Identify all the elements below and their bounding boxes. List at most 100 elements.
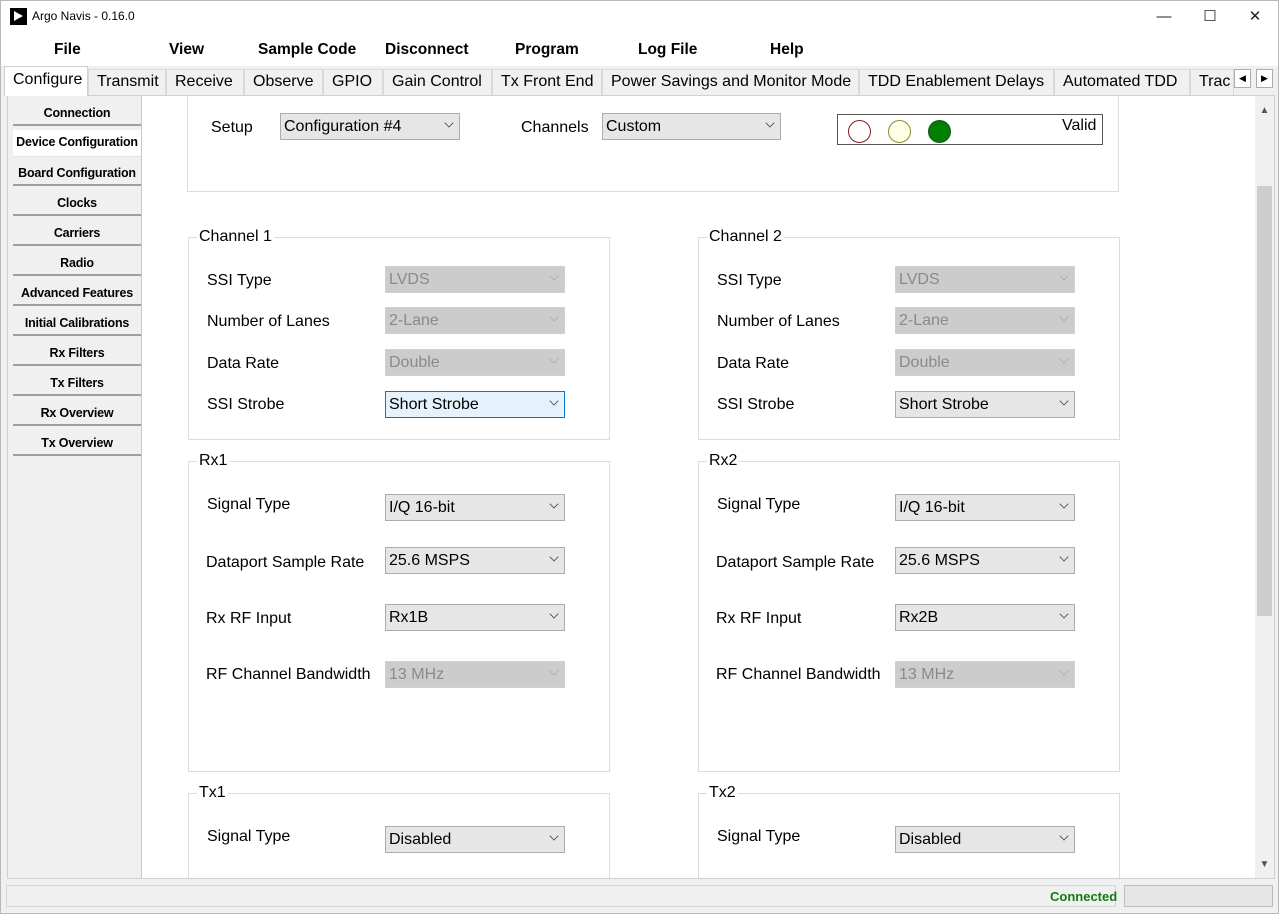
tx2-signal-type-select[interactable]: Disabled [895, 826, 1075, 853]
menu-program[interactable]: Program [515, 41, 579, 59]
rx2-rf-input-select[interactable]: Rx2B [895, 604, 1075, 631]
sidebar-item-tx-filters[interactable]: Tx Filters [13, 372, 141, 396]
error-indicator-icon [848, 120, 871, 143]
tab-gain-control[interactable]: Gain Control [383, 69, 492, 95]
rx2-signal-type-select[interactable]: I/Q 16-bit [895, 494, 1075, 521]
chevron-down-icon [765, 118, 775, 128]
rx1-signal-type-value: I/Q 16-bit [389, 499, 455, 516]
bandwidth-label: RF Channel Bandwidth [206, 666, 371, 683]
chevron-down-icon [1059, 609, 1069, 619]
menu-log-file[interactable]: Log File [638, 41, 697, 59]
close-button[interactable]: ✕ [1232, 1, 1278, 32]
setup-label: Setup [211, 119, 253, 136]
rx2-panel: Rx2 Signal Type I/Q 16-bit Dataport Samp… [698, 452, 1120, 772]
setup-select[interactable]: Configuration #4 [280, 113, 460, 140]
chevron-down-icon [1059, 666, 1069, 676]
tab-observe[interactable]: Observe [244, 69, 323, 95]
ssi-type-label: SSI Type [207, 272, 272, 289]
minimize-button[interactable]: — [1141, 1, 1187, 32]
ch2-data-rate-value: Double [899, 354, 950, 371]
rx1-title: Rx1 [197, 452, 230, 470]
tab-automated-tdd[interactable]: Automated TDD [1054, 69, 1190, 95]
sidebar-item-rx-filters[interactable]: Rx Filters [13, 342, 141, 366]
sidebar-item-rx-overview[interactable]: Rx Overview [13, 402, 141, 426]
rx1-rf-input-value: Rx1B [389, 609, 429, 626]
signal-type-label: Signal Type [717, 496, 801, 513]
sidebar-item-clocks[interactable]: Clocks [13, 192, 141, 216]
tab-gpio[interactable]: GPIO [323, 69, 383, 95]
menu-sample-code[interactable]: Sample Code [258, 41, 356, 59]
sidebar-item-initial-calibrations[interactable]: Initial Calibrations [13, 312, 141, 336]
scroll-down-icon[interactable]: ▼ [1255, 856, 1274, 873]
app-logo-icon [10, 8, 27, 25]
rx1-bandwidth-value: 13 MHz [389, 666, 445, 683]
tx1-signal-type-select[interactable]: Disabled [385, 826, 565, 853]
sidebar-item-carriers[interactable]: Carriers [13, 222, 141, 246]
chevron-down-icon [549, 831, 559, 841]
status-progress-box [1124, 885, 1273, 907]
menu-disconnect[interactable]: Disconnect [385, 41, 469, 59]
sidebar-item-device-configuration[interactable]: Device Configuration [13, 130, 141, 157]
rx2-signal-type-value: I/Q 16-bit [899, 499, 965, 516]
rx1-sample-rate-select[interactable]: 25.6 MSPS [385, 547, 565, 574]
sidebar-item-advanced-features[interactable]: Advanced Features [13, 282, 141, 306]
tab-trac[interactable]: Trac [1190, 69, 1234, 95]
setup-panel: Setup Configuration #4 Channels Custom V… [187, 96, 1119, 192]
rx2-bandwidth-value: 13 MHz [899, 666, 955, 683]
warning-indicator-icon [888, 120, 911, 143]
menu-view[interactable]: View [169, 41, 204, 59]
rx2-sample-rate-select[interactable]: 25.6 MSPS [895, 547, 1075, 574]
device-configuration-content: Setup Configuration #4 Channels Custom V… [142, 96, 1255, 878]
chevron-down-icon [1059, 354, 1069, 364]
sample-rate-label: Dataport Sample Rate [206, 554, 365, 571]
status-bar: Connected [1, 879, 1278, 913]
vertical-scrollbar[interactable]: ▲ ▼ [1255, 96, 1274, 878]
tab-scroll-left-icon[interactable]: ◀ [1234, 69, 1251, 88]
ch2-ssi-strobe-value: Short Strobe [899, 396, 989, 413]
status-text: Valid [1062, 117, 1097, 134]
ch1-ssi-strobe-select[interactable]: Short Strobe [385, 391, 565, 418]
tx2-title: Tx2 [707, 784, 738, 802]
data-rate-label: Data Rate [717, 355, 790, 372]
chevron-down-icon [549, 271, 559, 281]
validation-status-box: Valid [837, 114, 1103, 145]
tx1-signal-type-value: Disabled [389, 831, 452, 848]
rf-input-label: Rx RF Input [716, 610, 802, 627]
chevron-down-icon [549, 312, 559, 322]
tab-receive[interactable]: Receive [166, 69, 244, 95]
ch1-ssi-type-value: LVDS [389, 271, 430, 288]
channels-select[interactable]: Custom [602, 113, 781, 140]
tab-configure[interactable]: Configure [4, 66, 88, 96]
chevron-down-icon [549, 666, 559, 676]
rx1-signal-type-select[interactable]: I/Q 16-bit [385, 494, 565, 521]
ssi-strobe-label: SSI Strobe [717, 396, 795, 413]
tab-tdd-enablement-delays[interactable]: TDD Enablement Delays [859, 69, 1054, 95]
configure-tab-page: Connection Device Configuration Board Co… [7, 95, 1275, 879]
sidebar-item-tx-overview[interactable]: Tx Overview [13, 432, 141, 456]
rx1-sample-rate-value: 25.6 MSPS [389, 552, 470, 569]
rx1-rf-input-select[interactable]: Rx1B [385, 604, 565, 631]
app-window: Argo Navis - 0.16.0 — ☐ ✕ File View Samp… [0, 0, 1279, 914]
rx2-sample-rate-value: 25.6 MSPS [899, 552, 980, 569]
window-title: Argo Navis - 0.16.0 [32, 9, 135, 23]
ch2-data-rate-select: Double [895, 349, 1075, 376]
sidebar-item-board-configuration[interactable]: Board Configuration [13, 162, 141, 186]
menu-help[interactable]: Help [770, 41, 804, 59]
menu-file[interactable]: File [54, 41, 81, 59]
chevron-down-icon [1059, 396, 1069, 406]
tab-tx-front-end[interactable]: Tx Front End [492, 69, 602, 95]
connection-status: Connected [1050, 889, 1118, 904]
tab-power-savings[interactable]: Power Savings and Monitor Mode [602, 69, 859, 95]
scroll-up-icon[interactable]: ▲ [1255, 102, 1274, 119]
chevron-down-icon [1059, 552, 1069, 562]
tab-scroll-right-icon[interactable]: ▶ [1256, 69, 1273, 88]
channel2-panel: Channel 2 SSI Type LVDS Number of Lanes … [698, 228, 1120, 440]
ch2-ssi-strobe-select[interactable]: Short Strobe [895, 391, 1075, 418]
chevron-down-icon [549, 396, 559, 406]
scrollbar-thumb[interactable] [1257, 186, 1272, 616]
sidebar-item-connection[interactable]: Connection [13, 102, 141, 126]
maximize-button[interactable]: ☐ [1187, 1, 1233, 32]
tab-transmit[interactable]: Transmit [88, 69, 166, 95]
sidebar-item-radio[interactable]: Radio [13, 252, 141, 276]
valid-indicator-icon [928, 120, 951, 143]
